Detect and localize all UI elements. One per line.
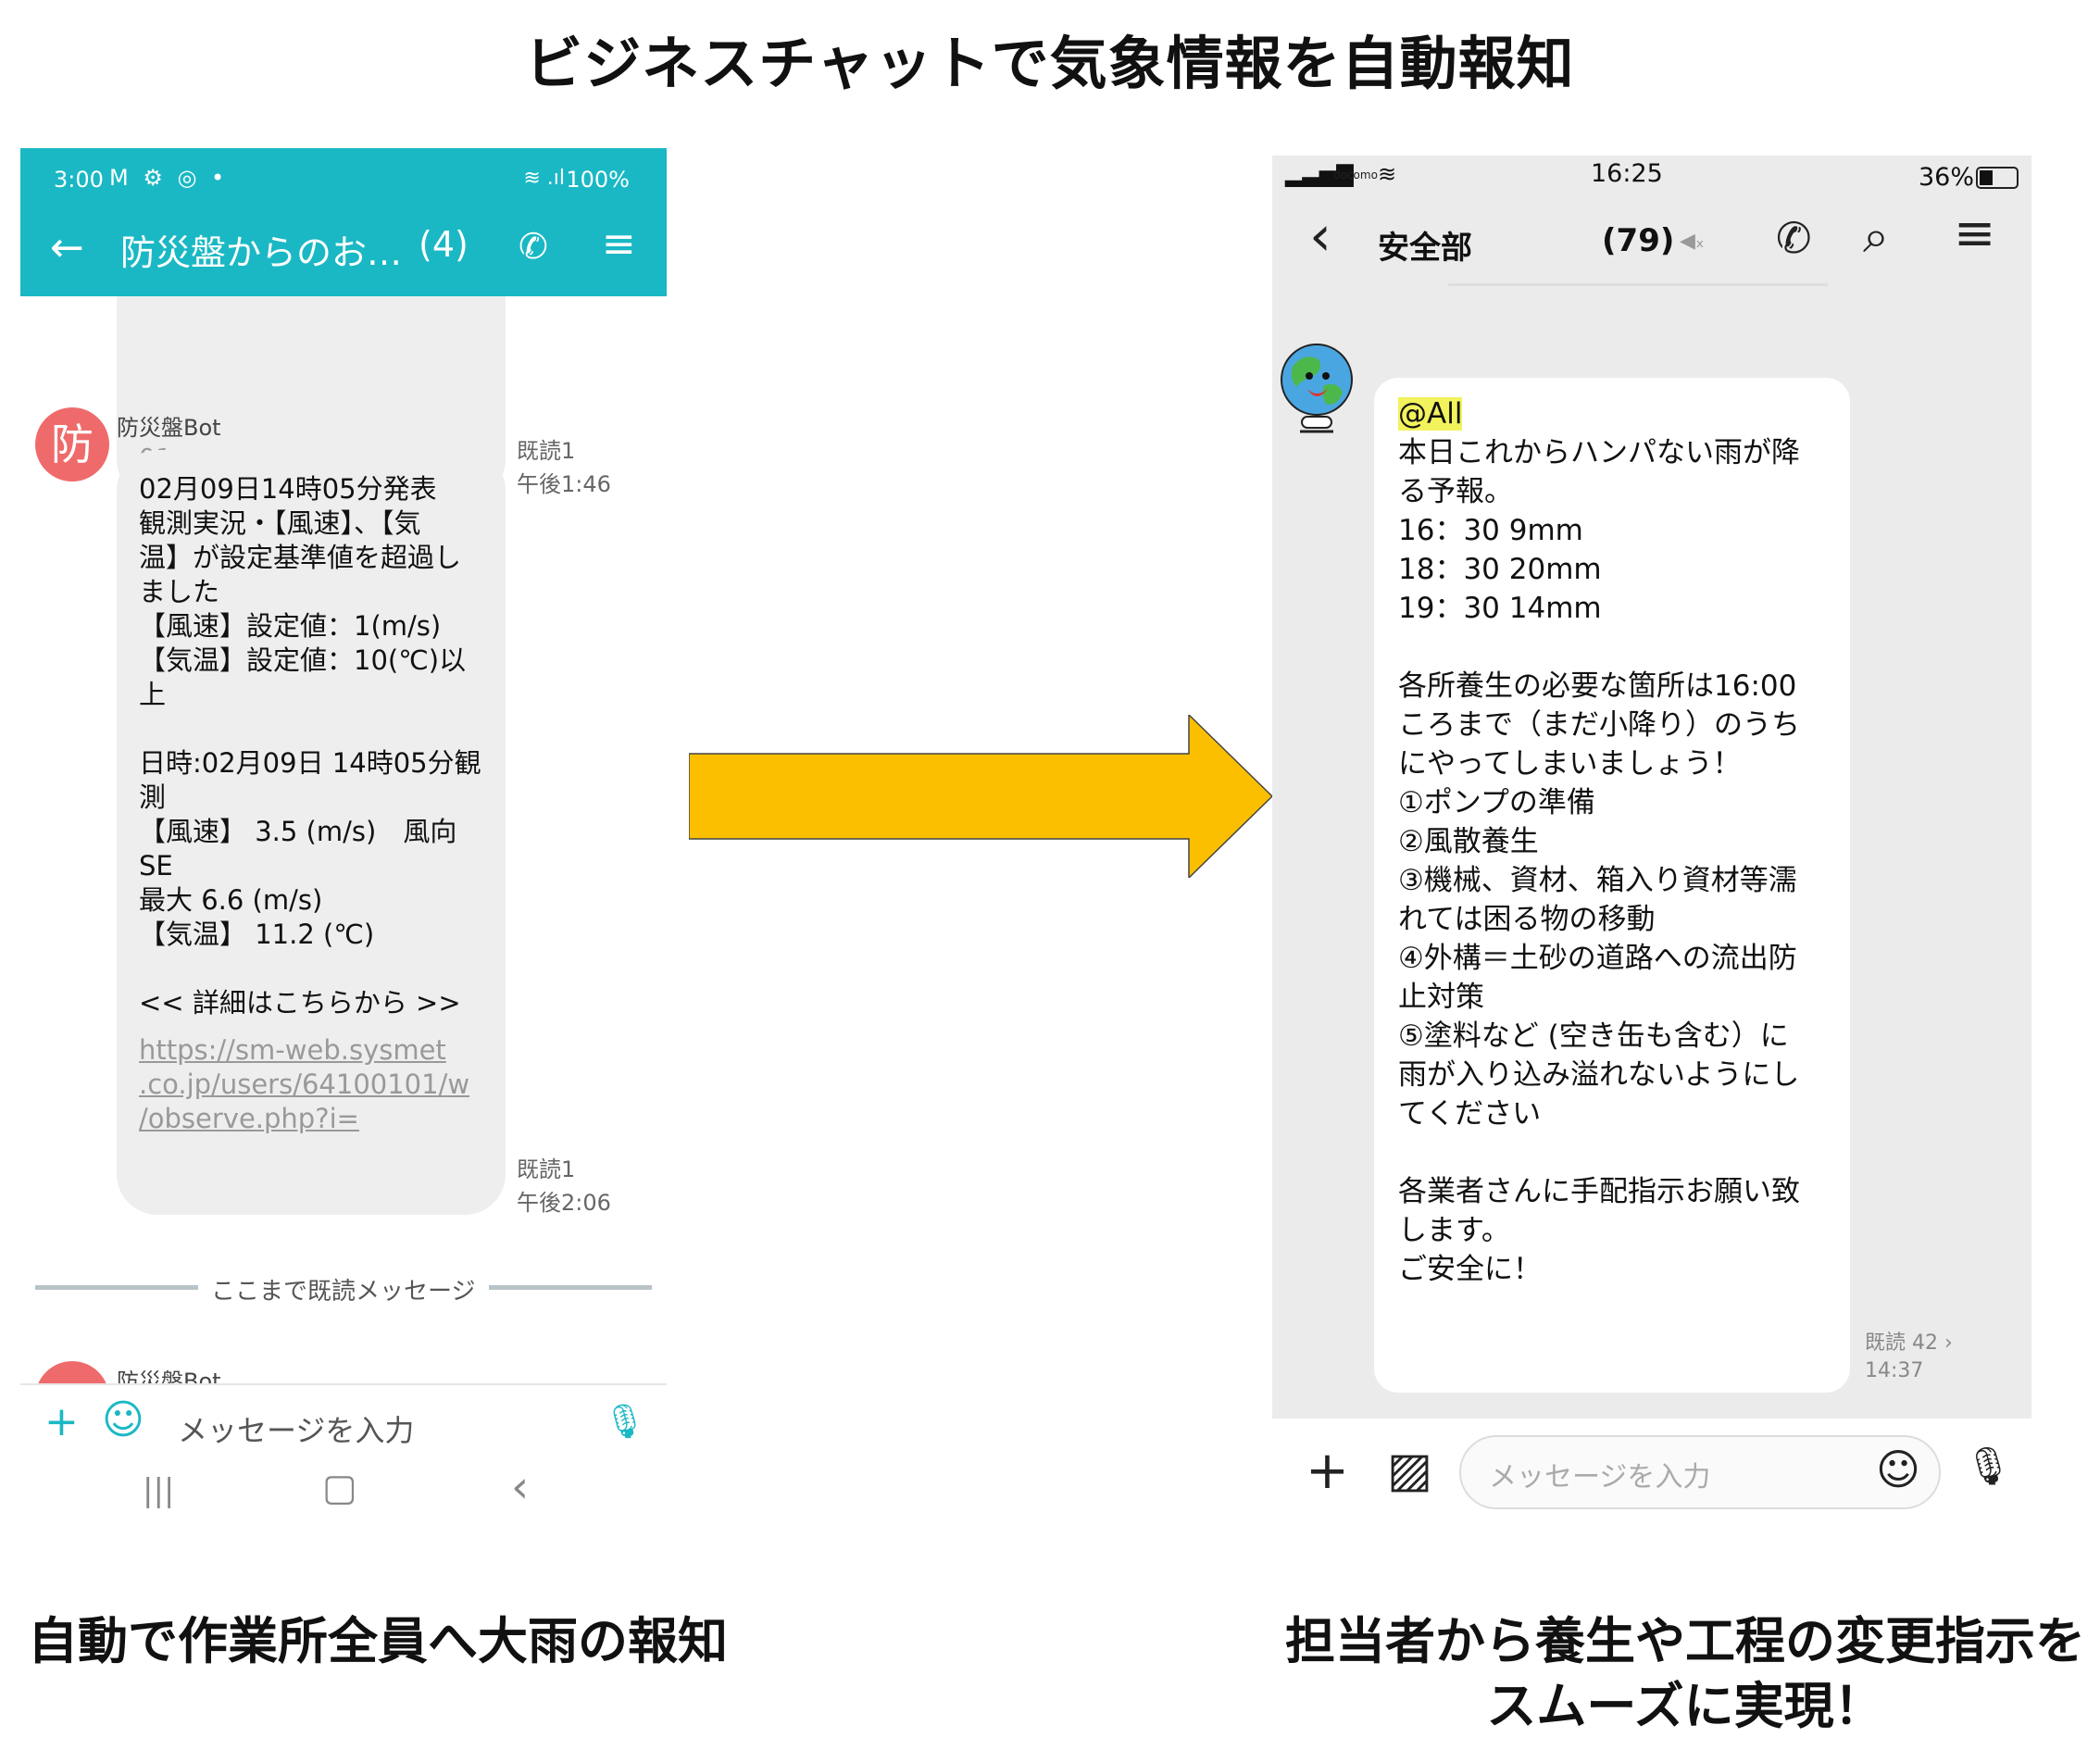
status-icons: M ⚙ ◎ • [109,165,229,191]
message-bubble: @All 本日これからハンパない雨が降 る予報。 16：30 9mm 18：30… [1374,378,1850,1393]
phone-icon[interactable]: ✆ [519,226,548,267]
left-chat-screen: 01 既読1 午後1:46 3:00 M ⚙ ◎ • ≋ .ıl 100% ← … [20,148,667,1556]
message-time: 14:37 [1865,1359,1924,1382]
battery-level: 36% [1919,163,1975,192]
phone-icon[interactable]: ✆ [1776,213,1812,263]
search-icon[interactable]: ⌕ [1863,209,1889,264]
sender-name: 防災盤Bot [117,415,221,441]
left-caption: 自動で作業所全員へ大雨の報知 [28,1612,728,1670]
right-chat-screen: ▂▃▅▇ docomo ≋ 16:25 36% ‹ 安全部 (79) ◀ₓ ✆ … [1272,156,2031,1541]
page-title: ビジネスチャットで気象情報を自動報知 [525,30,1575,97]
status-time: 3:00 [54,167,104,193]
back-chevron-icon[interactable]: ‹ [1309,204,1331,269]
emoji-icon[interactable]: ☺ [1876,1444,1920,1494]
nav-back-icon[interactable]: ‹ [511,1461,529,1513]
mention-tag[interactable]: @All [1398,394,1463,433]
battery-level: 100% [566,167,630,193]
battery-icon [1976,167,2019,189]
message-body: 02月09日14時05分発表 観測実況・【風速】、【気 温】が設定基準値を超過し… [139,473,481,1019]
mic-icon[interactable]: 🎙 [604,1402,646,1441]
right-caption-line2: スムーズに実現！ [1486,1677,1884,1735]
input-placeholder: メッセージを入力 [1489,1461,1711,1494]
read-status: 既読1 [517,1156,576,1182]
message-body: 本日これからハンパない雨が降 る予報。 16：30 9mm 18：30 20mm… [1398,436,1800,1286]
nav-recent-icon[interactable]: ||| [143,1472,174,1509]
chat-title: 防災盤からのお… [120,232,403,273]
message-input[interactable]: メッセージを入力 ☺ [1459,1435,1941,1509]
member-count: (4) [419,224,469,265]
read-divider-right [489,1285,652,1290]
right-caption-line1: 担当者から養生や工程の変更指示を [1285,1612,2085,1670]
back-arrow-icon[interactable]: ← [50,224,84,271]
detail-link[interactable]: https://sm-web.sysmet .co.jp/users/64100… [139,1033,500,1136]
prev-read-status: 既読1 [517,438,576,464]
mic-icon[interactable]: 🎙 [1965,1444,2012,1488]
menu-icon[interactable]: ≡ [1954,204,1995,262]
emoji-icon[interactable]: ☺ [102,1396,144,1444]
carrier-name: docomo [1333,169,1378,181]
status-time: 16:25 [1591,159,1663,188]
chat-title: 安全部 [1378,230,1472,267]
left-app-header: 3:00 M ⚙ ◎ • ≋ .ıl 100% ← 防災盤からのお… (4) ✆… [20,148,667,296]
menu-icon[interactable]: ≡ [602,220,636,268]
mute-icon: ◀ₓ [1680,230,1705,253]
message-input[interactable]: メッセージを入力 [178,1407,414,1450]
read-status[interactable]: 既読 42 › [1865,1330,1953,1357]
message-input-bar: + ☺ メッセージを入力 🎙 [20,1383,667,1478]
wifi-icon: ≋ [1378,161,1397,187]
prev-time: 午後1:46 [517,471,611,497]
member-count: (79) [1602,222,1675,259]
message-bubble: 02月09日14時05分発表 観測実況・【風速】、【気 温】が設定基準値を超過し… [117,450,506,1215]
signal-icon: ≋ .ıl [523,167,565,190]
read-divider-left [35,1285,198,1290]
image-icon[interactable]: ▨ [1387,1443,1432,1498]
plus-icon[interactable]: + [44,1398,79,1445]
mention-all[interactable]: @All [1398,397,1463,431]
bot-avatar[interactable]: 防 [35,407,109,481]
plus-icon[interactable]: + [1306,1441,1349,1501]
read-divider-label: ここまで既読メッセージ [211,1278,476,1306]
earth-avatar[interactable] [1276,339,1357,441]
nav-home-icon[interactable]: ▢ [322,1467,357,1509]
flow-arrow [689,715,1272,878]
header-divider [1448,283,1828,286]
message-time: 午後2:06 [517,1190,611,1216]
